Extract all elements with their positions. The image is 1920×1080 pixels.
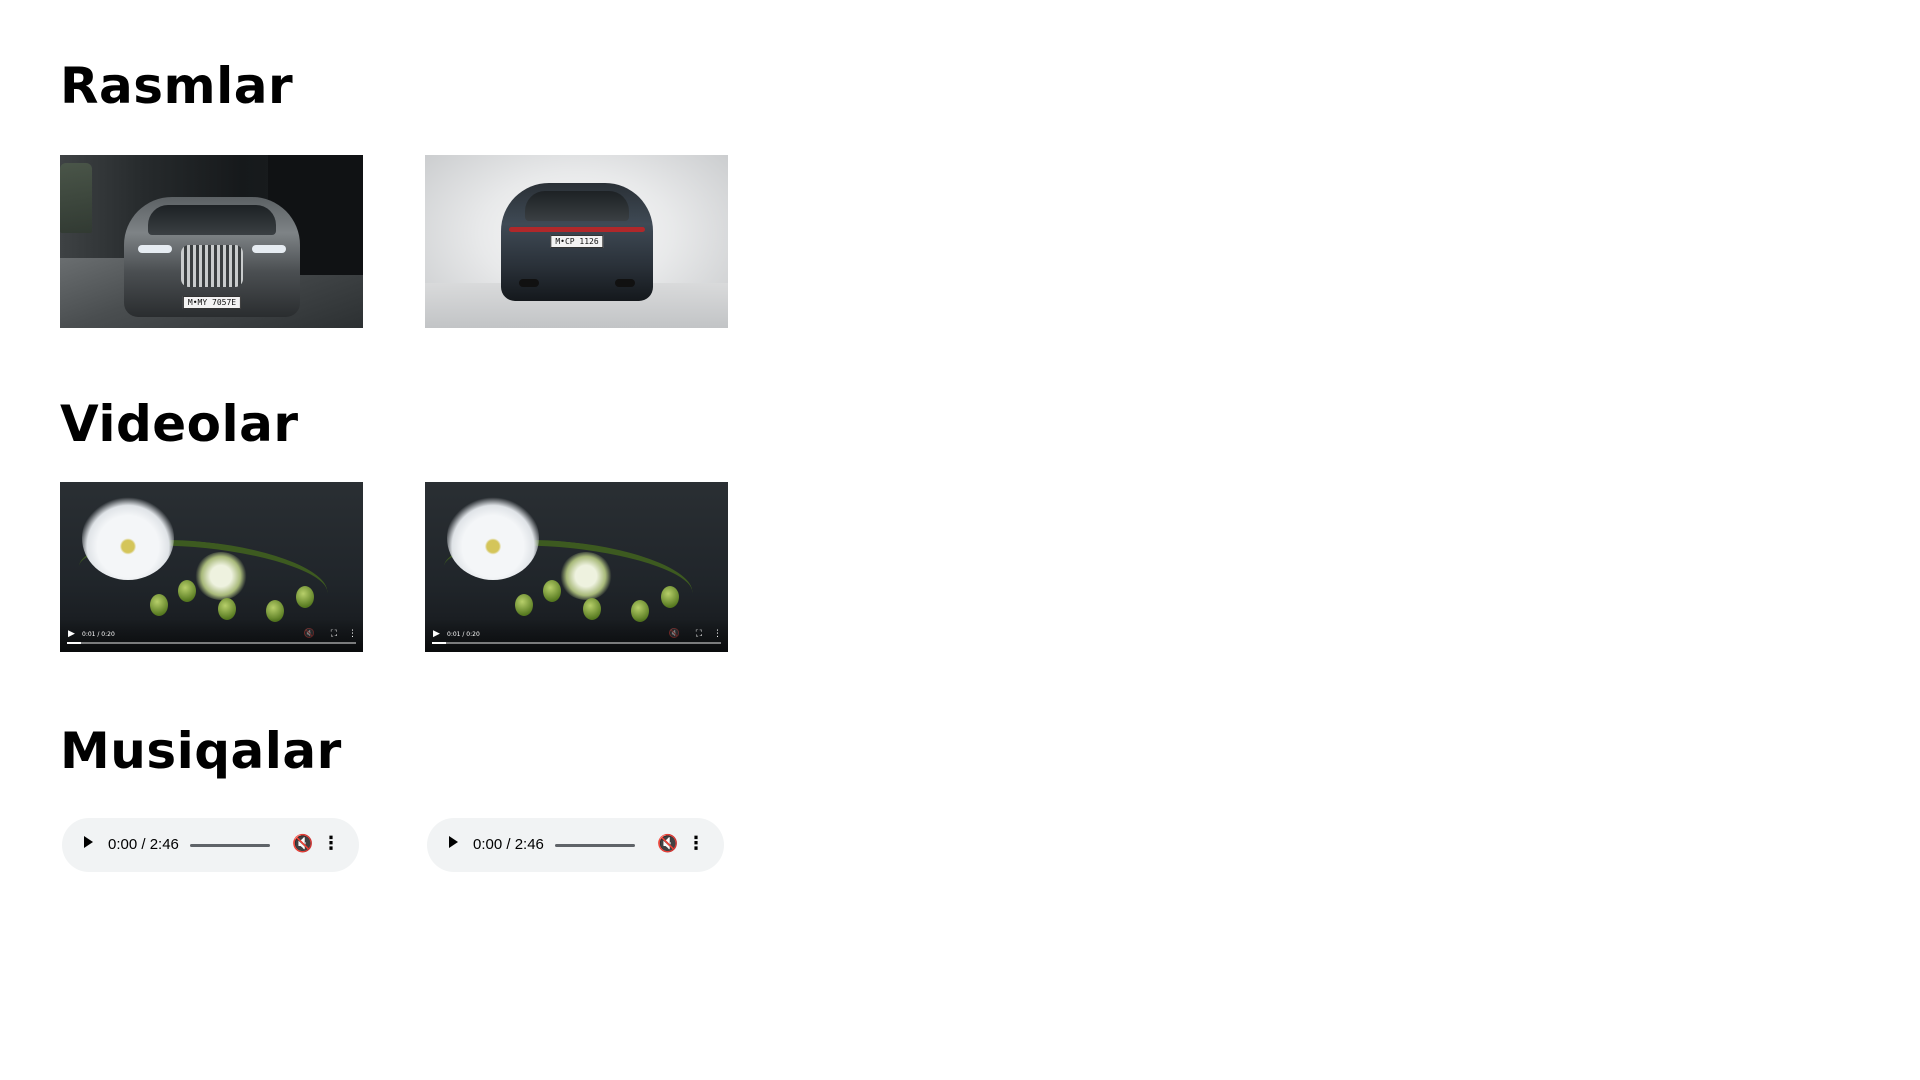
orchid-bud: [543, 580, 561, 602]
orchid-bud: [218, 598, 236, 620]
car-exhaust: [615, 279, 635, 287]
video-controls: ▶ 0:01 / 0:20 🔇 ⛶ ⋮: [60, 618, 363, 652]
video-progress-bar[interactable]: [67, 642, 356, 644]
play-icon[interactable]: ▶: [433, 629, 440, 639]
audio-progress-bar[interactable]: [555, 844, 635, 847]
audio-time: 0:00 / 2:46: [473, 836, 544, 853]
car-windshield: [148, 205, 276, 235]
car-exhaust: [519, 279, 539, 287]
videos-heading: Videolar: [60, 395, 299, 453]
orchid-bud: [296, 586, 314, 608]
video-progress-fill: [432, 642, 447, 644]
orchid-bud: [178, 580, 196, 602]
orchid-flower: [82, 496, 174, 580]
audio-progress-bar[interactable]: [190, 844, 270, 847]
more-vertical-icon[interactable]: ⋮: [687, 833, 705, 855]
car-headlight: [252, 245, 286, 253]
play-icon[interactable]: [84, 836, 93, 848]
orchid-bud: [150, 594, 168, 616]
car-image-rear[interactable]: M•CP 1126: [425, 155, 728, 328]
car-headlight: [138, 245, 172, 253]
orchid-bud: [515, 594, 533, 616]
orchid-flower: [447, 496, 539, 580]
orchid-bud: [583, 598, 601, 620]
volume-mute-icon[interactable]: 🔇: [669, 629, 680, 639]
image-plant: [60, 163, 92, 233]
audio-time: 0:00 / 2:46: [108, 836, 179, 853]
video-controls: ▶ 0:01 / 0:20 🔇 ⛶ ⋮: [425, 618, 728, 652]
more-vertical-icon[interactable]: ⋮: [713, 629, 722, 639]
video-player[interactable]: ▶ 0:01 / 0:20 🔇 ⛶ ⋮: [60, 482, 363, 652]
play-icon[interactable]: ▶: [68, 629, 75, 639]
volume-mute-icon[interactable]: 🔇: [304, 629, 315, 639]
music-heading: Musiqalar: [60, 722, 342, 780]
license-plate: M•CP 1126: [550, 235, 604, 248]
video-progress-bar[interactable]: [432, 642, 721, 644]
fullscreen-icon[interactable]: ⛶: [696, 629, 702, 639]
audio-player[interactable]: 0:00 / 2:46 🔇 ⋮: [62, 818, 359, 872]
orchid-bud: [661, 586, 679, 608]
fullscreen-icon[interactable]: ⛶: [331, 629, 337, 639]
volume-mute-icon[interactable]: 🔇: [292, 833, 313, 855]
more-vertical-icon[interactable]: ⋮: [322, 833, 340, 855]
video-progress-fill: [67, 642, 82, 644]
audio-player[interactable]: 0:00 / 2:46 🔇 ⋮: [427, 818, 724, 872]
car-grille: [181, 245, 243, 287]
video-player[interactable]: ▶ 0:01 / 0:20 🔇 ⛶ ⋮: [425, 482, 728, 652]
car-front: M•MY 7057E: [124, 197, 300, 317]
car-rear: M•CP 1126: [501, 183, 653, 301]
volume-mute-icon[interactable]: 🔇: [657, 833, 678, 855]
page: Rasmlar M•MY 7057E M•CP 1126 Videolar ▶ …: [0, 0, 1920, 1080]
play-icon[interactable]: [449, 836, 458, 848]
car-rear-window: [525, 191, 629, 221]
orchid-flower: [195, 552, 247, 600]
car-taillight: [509, 227, 645, 232]
video-time: 0:01 / 0:20: [447, 631, 480, 638]
more-vertical-icon[interactable]: ⋮: [348, 629, 357, 639]
orchid-flower: [560, 552, 612, 600]
car-image-front[interactable]: M•MY 7057E: [60, 155, 363, 328]
video-time: 0:01 / 0:20: [82, 631, 115, 638]
images-heading: Rasmlar: [60, 57, 294, 115]
license-plate: M•MY 7057E: [182, 296, 242, 309]
